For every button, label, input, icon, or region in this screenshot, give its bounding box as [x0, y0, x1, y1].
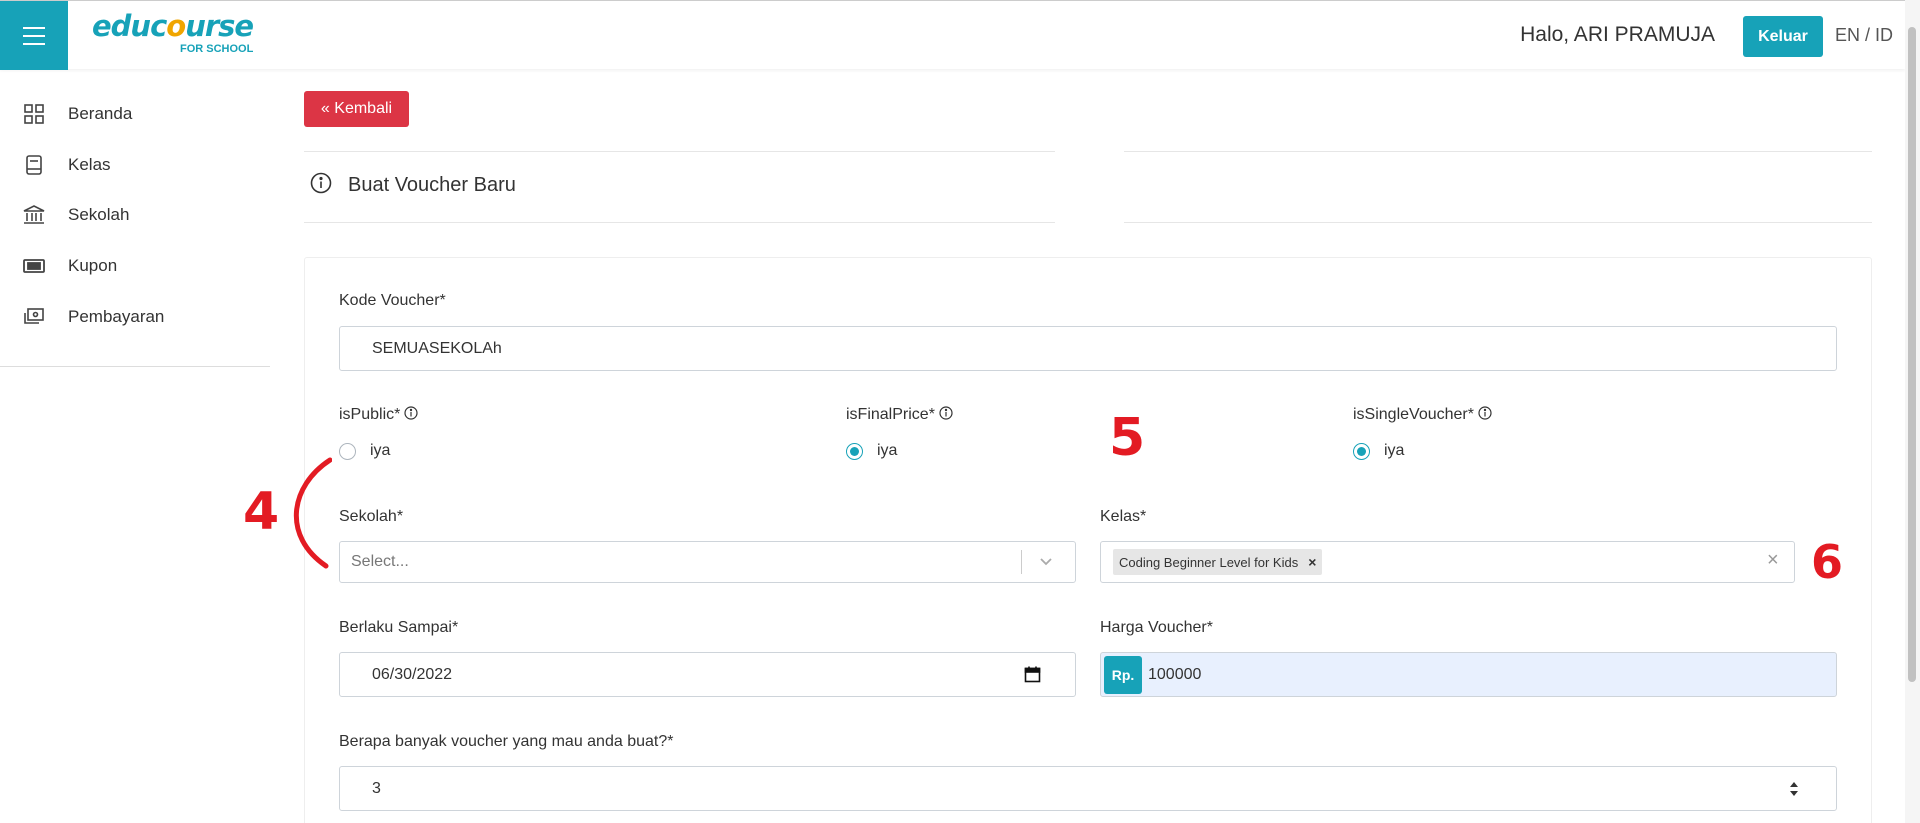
sidebar-item-beranda[interactable]: Beranda	[0, 94, 270, 134]
is-final-price-radio[interactable]	[846, 442, 863, 460]
sidebar-item-label: Sekolah	[68, 205, 130, 224]
payment-icon	[23, 306, 45, 328]
kode-voucher-input[interactable]: SEMUASEKOLAh	[339, 326, 1837, 371]
sidebar-item-label: Pembayaran	[68, 307, 165, 326]
dashboard-grid-icon	[23, 103, 45, 125]
sidebar-item-sekolah[interactable]: Sekolah	[0, 195, 270, 235]
page-header: Buat Voucher Baru	[310, 172, 516, 199]
sidebar-item-label: Beranda	[68, 104, 133, 123]
is-public-option[interactable]: iya	[339, 442, 390, 460]
sidebar-item-kupon[interactable]: Kupon	[0, 246, 270, 286]
language-switch[interactable]: EN / ID	[1835, 25, 1893, 46]
kelas-label: Kelas*	[1100, 508, 1147, 525]
kelas-multiselect[interactable]: Coding Beginner Level for Kids × ×	[1100, 541, 1795, 583]
info-icon	[310, 172, 332, 199]
kode-voucher-label: Kode Voucher*	[339, 292, 446, 309]
sidebar: Beranda Kelas Sekolah Kupon Pembayaran	[0, 69, 270, 369]
annotation-6: 6	[1811, 535, 1844, 589]
menu-toggle-button[interactable]	[0, 1, 68, 70]
divider	[304, 222, 1055, 223]
sidebar-item-pembayaran[interactable]: Pembayaran	[0, 297, 270, 337]
harga-input[interactable]: Rp. 100000	[1100, 652, 1837, 697]
annotation-4: 4	[243, 482, 280, 542]
is-final-price-option[interactable]: iya	[846, 442, 897, 460]
annotation-bracket	[293, 457, 332, 569]
sidebar-divider	[0, 366, 270, 367]
hamburger-icon	[23, 24, 45, 48]
logout-button[interactable]: Keluar	[1743, 16, 1823, 57]
sidebar-item-kelas[interactable]: Kelas	[0, 145, 270, 185]
back-button[interactable]: « Kembali	[304, 91, 409, 127]
info-icon	[1478, 406, 1492, 420]
page-title: Buat Voucher Baru	[348, 174, 516, 196]
number-spinner-icon[interactable]	[1787, 779, 1801, 804]
info-icon	[939, 406, 953, 420]
top-header: educourse FOR SCHOOL Halo, ARI PRAMUJA K…	[0, 0, 1905, 70]
is-public-radio[interactable]	[339, 442, 356, 460]
calendar-icon[interactable]	[1024, 666, 1041, 688]
divider	[1124, 222, 1872, 223]
berlaku-date-input[interactable]: 06/30/2022	[339, 652, 1076, 697]
info-icon	[404, 406, 418, 420]
is-single-voucher-option[interactable]: iya	[1353, 442, 1404, 460]
divider	[304, 151, 1055, 152]
clear-icon[interactable]: ×	[1767, 549, 1779, 572]
bank-building-icon	[23, 204, 45, 226]
selected-chip: Coding Beginner Level for Kids ×	[1113, 549, 1323, 575]
page-scrollbar[interactable]	[1905, 0, 1920, 823]
sekolah-label: Sekolah*	[339, 508, 404, 525]
sidebar-item-label: Kelas	[68, 155, 111, 174]
is-final-price-label: isFinalPrice*	[846, 406, 953, 424]
divider	[1124, 151, 1872, 152]
is-single-voucher-radio[interactable]	[1353, 442, 1370, 460]
chevron-down-icon	[1038, 553, 1054, 574]
harga-label: Harga Voucher*	[1100, 619, 1213, 636]
is-public-label: isPublic*	[339, 406, 418, 424]
book-icon	[23, 154, 45, 176]
currency-prefix: Rp.	[1104, 655, 1142, 694]
ticket-icon	[23, 255, 45, 277]
chip-remove-icon[interactable]: ×	[1308, 554, 1316, 570]
is-single-voucher-label: isSingleVoucher*	[1353, 406, 1492, 424]
berlaku-label: Berlaku Sampai*	[339, 619, 459, 636]
jumlah-voucher-input[interactable]: 3	[339, 766, 1837, 811]
annotation-5: 5	[1109, 408, 1146, 468]
user-greeting: Halo, ARI PRAMUJA	[1520, 23, 1715, 46]
jumlah-voucher-label: Berapa banyak voucher yang mau anda buat…	[339, 733, 674, 750]
sekolah-select[interactable]: Select...	[339, 541, 1076, 583]
sidebar-item-label: Kupon	[68, 256, 118, 275]
logo[interactable]: educourse FOR SCHOOL	[92, 9, 254, 61]
